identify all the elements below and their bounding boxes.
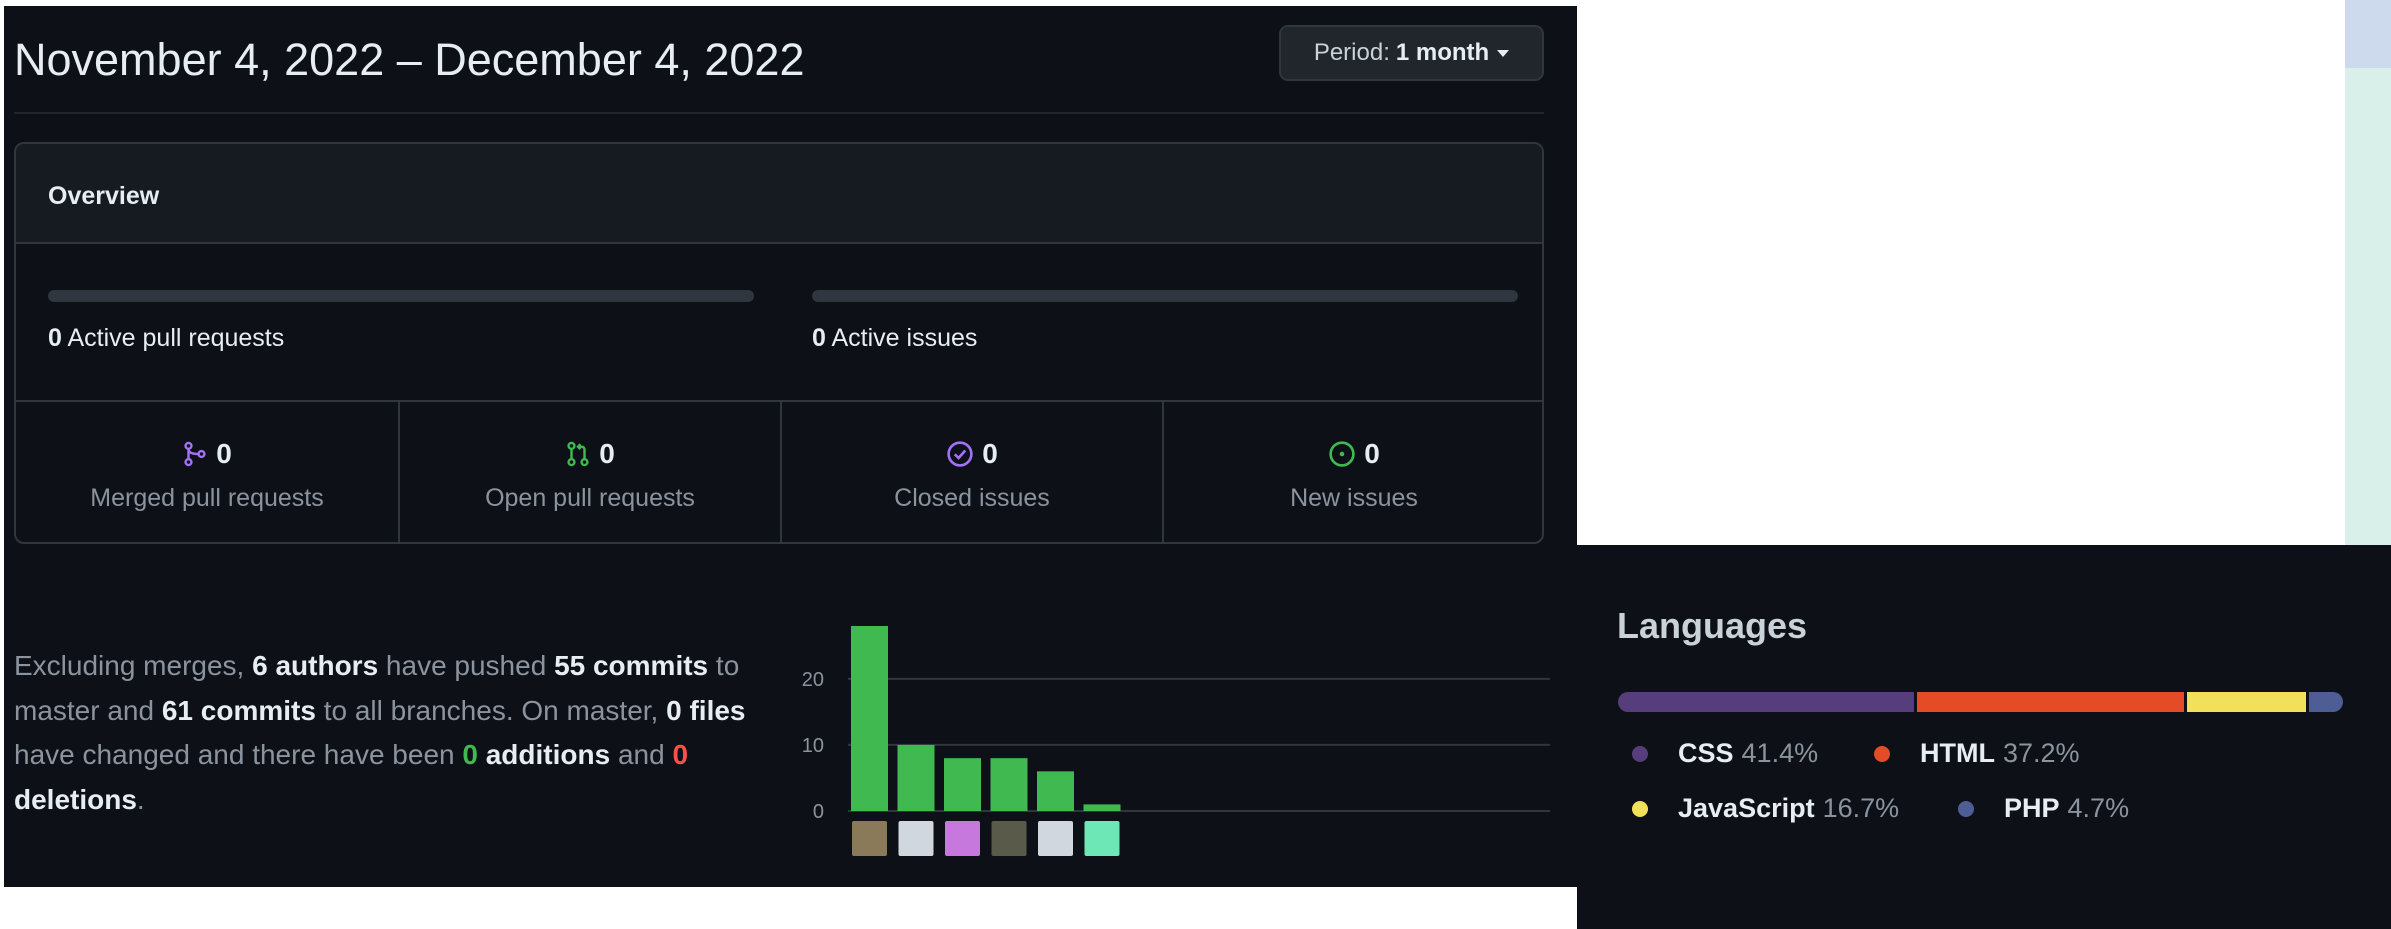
- pulse-panel: November 4, 2022 – December 4, 2022 Peri…: [4, 6, 1577, 887]
- closed-issues-label: Closed issues: [894, 484, 1050, 512]
- active-issues-label: Active issues: [831, 324, 978, 352]
- chart-bar: [851, 626, 888, 811]
- open-pull-requests-count: 0: [599, 438, 615, 469]
- all-commits-count: 61 commits: [161, 694, 316, 726]
- git-merge-icon: [184, 441, 206, 467]
- language-bar-segment: [1618, 692, 1915, 712]
- new-issues-label: New issues: [1290, 484, 1418, 512]
- chart-bar: [944, 758, 981, 811]
- active-issues-bar: [812, 290, 1518, 302]
- active-pull-requests-link[interactable]: 0 Active pull requests: [48, 324, 284, 353]
- commit-summary: Excluding merges, 6 authors have pushed …: [14, 644, 784, 822]
- new-issues-count: 0: [1364, 438, 1380, 469]
- language-item-html[interactable]: HTML 37.2%: [1874, 738, 2080, 769]
- language-percent: 16.7%: [1822, 793, 1900, 823]
- summary-text: .: [136, 783, 145, 815]
- additions-count: 0: [462, 739, 478, 770]
- title-divider: [14, 112, 1544, 114]
- summary-text: Excluding merges,: [14, 650, 253, 681]
- author-avatar: [991, 821, 1027, 856]
- issue-closed-icon: [947, 441, 973, 467]
- deletions-count: 0: [672, 739, 689, 770]
- period-dropdown-button[interactable]: Period: 1 month: [1279, 25, 1544, 81]
- chart-y-tick-label: 20: [802, 669, 824, 691]
- commits-chart: 0 10 20: [794, 606, 1554, 876]
- language-bar-segment: [2186, 692, 2307, 712]
- languages-panel: Languages CSS 41.4% HTML 37.2% JavaScrip…: [1577, 545, 2391, 929]
- chart-bar: [990, 758, 1028, 811]
- merged-pull-requests-stat[interactable]: 0 Merged pull requests: [16, 402, 398, 542]
- chart-bar: [1083, 804, 1121, 811]
- chart-y-tick-label: 0: [813, 801, 824, 823]
- summary-text: to all branches. On master,: [315, 694, 667, 726]
- language-dot-icon: [1632, 745, 1648, 762]
- page-title: November 4, 2022 – December 4, 2022: [14, 34, 805, 85]
- languages-bar: [1618, 692, 2343, 712]
- language-dot-icon: [1632, 800, 1648, 817]
- chart-bar: [1037, 771, 1074, 811]
- active-pull-requests-label: Active pull requests: [67, 324, 285, 352]
- closed-issues-stat[interactable]: 0 Closed issues: [782, 402, 1162, 542]
- language-bar-segment: [1917, 692, 2184, 712]
- chart-bar: [897, 744, 935, 811]
- language-item-php[interactable]: PHP 4.7%: [1958, 793, 2129, 824]
- author-avatar: [945, 821, 980, 856]
- issue-opened-icon: [1329, 441, 1355, 467]
- chart-y-tick-label: 10: [802, 735, 824, 757]
- author-avatar: [898, 821, 934, 856]
- language-percent: 41.4%: [1741, 738, 1819, 768]
- language-dot-icon: [1874, 745, 1890, 762]
- commits-chart-svg: 0 10 20: [802, 626, 1550, 856]
- language-percent: 37.2%: [2002, 738, 2080, 768]
- overview-box: Overview 0 Active pull requests 0 Active…: [14, 142, 1544, 544]
- active-pull-requests-count: 0: [48, 324, 62, 352]
- language-percent: 4.7%: [2067, 793, 2130, 823]
- author-avatar: [1038, 821, 1073, 856]
- background-strip: [2345, 0, 2391, 545]
- language-name: CSS: [1678, 738, 1734, 768]
- files-changed-count: 0 files: [666, 694, 746, 726]
- active-issues-count: 0: [812, 324, 826, 352]
- open-pull-requests-stat[interactable]: 0 Open pull requests: [400, 402, 780, 542]
- languages-title: Languages: [1617, 605, 1808, 646]
- period-value: 1 month: [1395, 39, 1490, 66]
- closed-issues-count: 0: [982, 438, 998, 469]
- merged-pull-requests-label: Merged pull requests: [90, 484, 324, 512]
- overview-title: Overview: [48, 182, 160, 210]
- author-avatar: [852, 821, 887, 856]
- background-strip-top: [2345, 0, 2391, 68]
- summary-text: have pushed: [378, 650, 555, 681]
- caret-down-icon: [1497, 49, 1510, 57]
- language-name: HTML: [1920, 738, 1995, 768]
- active-pull-requests-bar: [48, 290, 754, 302]
- deletions-label: deletions: [14, 783, 137, 815]
- active-issues-link[interactable]: 0 Active issues: [812, 324, 977, 353]
- master-commits-count: 55 commits: [554, 650, 709, 681]
- author-avatar: [1084, 821, 1120, 856]
- merged-pull-requests-count: 0: [216, 438, 232, 469]
- language-item-javascript[interactable]: JavaScript 16.7%: [1632, 793, 1899, 824]
- git-pull-request-icon: [567, 441, 589, 467]
- language-bar-segment: [2309, 692, 2343, 712]
- language-name: PHP: [2004, 793, 2060, 823]
- additions-label: additions: [477, 739, 611, 770]
- summary-text: have changed and there have been: [14, 739, 463, 770]
- overview-header: Overview: [16, 144, 1542, 244]
- language-item-css[interactable]: CSS 41.4%: [1632, 738, 1818, 769]
- open-pull-requests-label: Open pull requests: [485, 484, 695, 512]
- authors-count[interactable]: 6 authors: [252, 650, 378, 681]
- new-issues-stat[interactable]: 0 New issues: [1164, 402, 1542, 542]
- period-label: Period:: [1313, 39, 1390, 66]
- language-dot-icon: [1958, 800, 1974, 817]
- language-name: JavaScript: [1678, 793, 1815, 823]
- summary-text: and: [610, 739, 673, 770]
